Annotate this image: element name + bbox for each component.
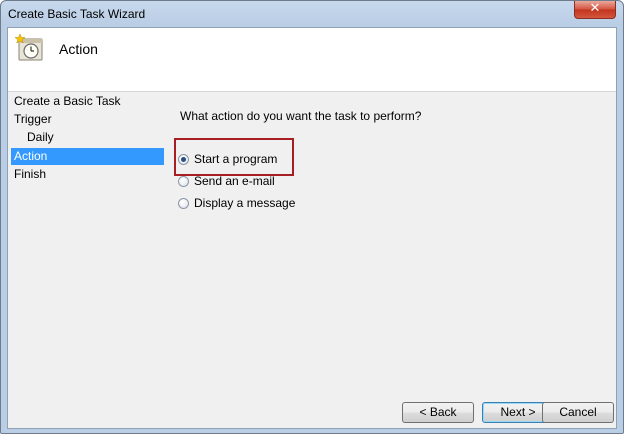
nav-step-daily[interactable]: Daily <box>11 129 164 146</box>
option-display-message-label[interactable]: Display a message <box>194 196 295 210</box>
window-title: Create Basic Task Wizard <box>8 7 146 21</box>
nav-step-finish[interactable]: Finish <box>11 166 164 183</box>
close-icon: ✕ <box>589 1 601 16</box>
wizard-step-nav: Create a Basic Task Trigger Daily Action… <box>8 92 166 428</box>
close-button[interactable]: ✕ <box>574 1 616 19</box>
radio-display-message[interactable] <box>178 198 189 209</box>
nav-step-trigger[interactable]: Trigger <box>11 111 164 128</box>
radio-send-email[interactable] <box>178 176 189 187</box>
back-button[interactable]: < Back <box>402 402 474 423</box>
option-start-program-label[interactable]: Start a program <box>194 152 277 166</box>
action-question: What action do you want the task to perf… <box>180 109 422 123</box>
title-bar[interactable]: Create Basic Task Wizard ✕ <box>1 1 623 27</box>
wizard-client-area: Action Create a Basic Task Trigger Daily… <box>7 27 617 429</box>
page-title: Action <box>59 41 98 57</box>
radio-start-program[interactable] <box>178 154 189 165</box>
nav-step-action[interactable]: Action <box>11 148 164 165</box>
nav-step-create-basic-task[interactable]: Create a Basic Task <box>11 93 164 110</box>
cancel-button[interactable]: Cancel <box>542 402 614 423</box>
option-send-email-label[interactable]: Send an e-mail <box>194 174 275 188</box>
wizard-window: Create Basic Task Wizard ✕ Action Create… <box>0 0 624 434</box>
task-scheduler-clock-icon <box>15 34 43 61</box>
wizard-header: Action <box>8 28 616 92</box>
